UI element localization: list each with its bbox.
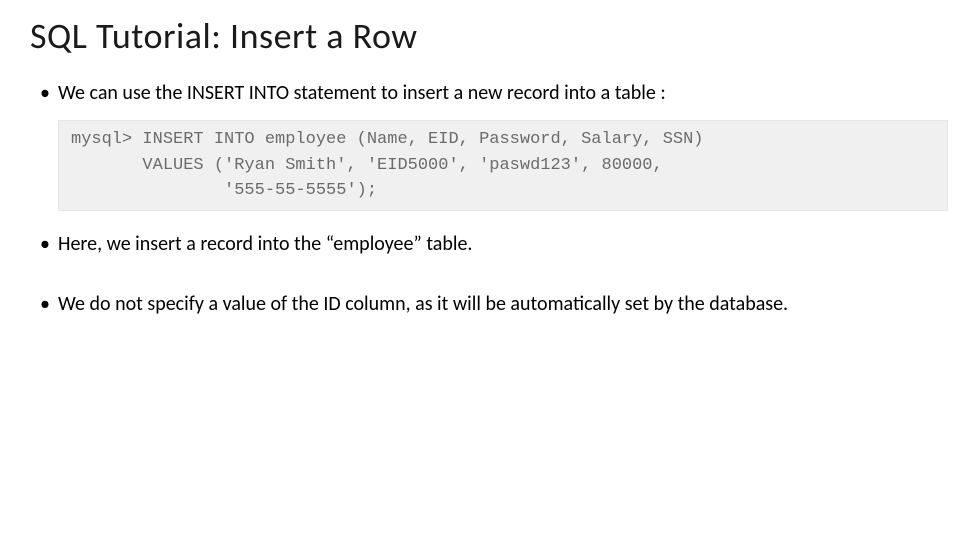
- code-block: mysql> INSERT INTO employee (Name, EID, …: [58, 120, 948, 211]
- bullet-list-3: We do not specify a value of the ID colu…: [30, 291, 930, 317]
- bullet-list: We can use the INSERT INTO statement to …: [30, 80, 930, 106]
- code-line-2: VALUES ('Ryan Smith', 'EID5000', 'paswd1…: [71, 156, 663, 175]
- bullet-item-3: We do not specify a value of the ID colu…: [36, 291, 930, 317]
- code-line-3: '555-55-5555');: [71, 181, 377, 200]
- bullet-item-1: We can use the INSERT INTO statement to …: [36, 80, 930, 106]
- bullet-item-2: Here, we insert a record into the “emplo…: [36, 231, 930, 257]
- slide-title: SQL Tutorial: Insert a Row: [30, 14, 930, 58]
- code-line-1: mysql> INSERT INTO employee (Name, EID, …: [71, 130, 704, 149]
- bullet-list-2: Here, we insert a record into the “emplo…: [30, 231, 930, 257]
- spacer: [30, 271, 930, 291]
